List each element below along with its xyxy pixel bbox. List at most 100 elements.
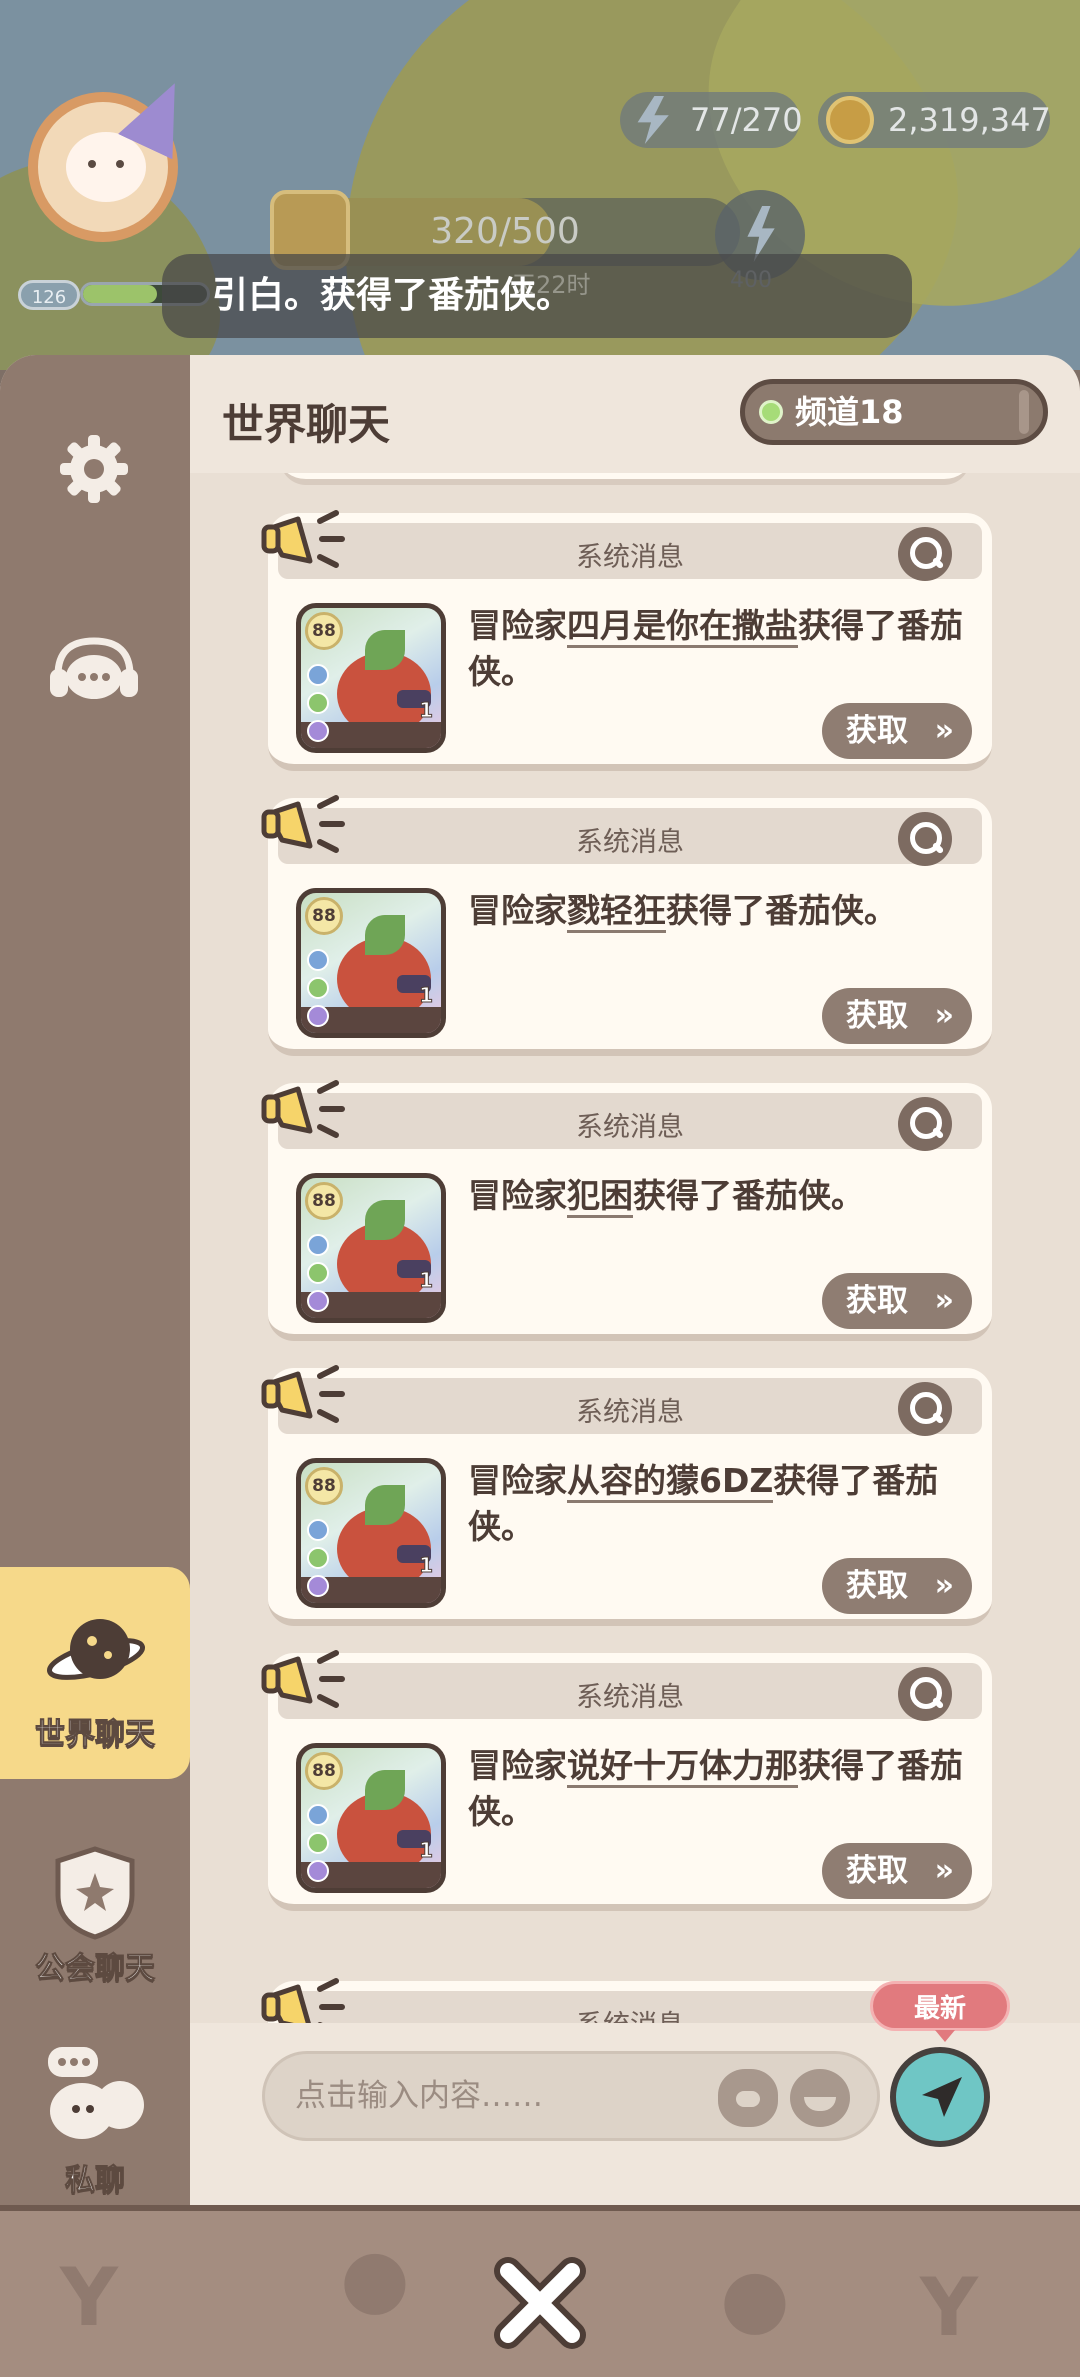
magnifier-icon[interactable]: [898, 527, 952, 581]
element-icon: [307, 1860, 329, 1882]
chat-input[interactable]: 点击输入内容……: [262, 2051, 880, 2141]
element-icon: [307, 1262, 329, 1284]
get-button-label: 获取: [846, 1283, 908, 1319]
element-icon: [307, 1804, 329, 1826]
system-message-label: 系统消息: [576, 1112, 684, 1143]
megaphone-icon: [261, 1365, 345, 1423]
get-button[interactable]: 获取 »: [822, 1273, 972, 1329]
get-button[interactable]: 获取 »: [822, 703, 972, 759]
double-chevron-icon: »: [934, 713, 954, 748]
energy-value: 77/270: [690, 101, 803, 139]
message-prefix: 冒险家: [468, 1176, 567, 1215]
gear-icon[interactable]: [58, 433, 130, 505]
online-status-icon: [759, 400, 783, 424]
item-count: 1: [419, 1553, 434, 1578]
gold-value: 2,319,347: [888, 101, 1051, 139]
get-button[interactable]: 获取 »: [822, 988, 972, 1044]
double-chevron-icon: »: [934, 998, 954, 1033]
element-icon: [307, 720, 329, 742]
announcement-marquee: 天22时 引白。获得了番茄侠。: [162, 254, 912, 338]
tab-world-chat[interactable]: 世界聊天: [0, 1567, 208, 1779]
system-message-label: 系统消息: [576, 827, 684, 858]
paw-print-decoration: Y: [920, 2261, 978, 2354]
message-prefix: 冒险家: [468, 1746, 567, 1785]
message-card: 系统消息 88 1 冒险家四月是你在撒盐获得了番茄侠。 获取 »: [261, 510, 992, 773]
item-rank-badge: 88: [305, 1182, 343, 1220]
message-prefix: 冒险家: [468, 606, 567, 645]
gold-counter[interactable]: 2,319,347: [818, 92, 1051, 148]
smiley-emoji-icon[interactable]: [790, 2069, 850, 2127]
element-icon: [307, 664, 329, 686]
message-card: 系统消息 88 1 冒险家犯困获得了番茄侠。获取 »: [261, 1080, 992, 1343]
tab-guild-chat[interactable]: 公会聊天: [0, 1835, 190, 1995]
item-rank-badge: 88: [305, 1752, 343, 1790]
energy-counter[interactable]: 77/270: [620, 92, 803, 148]
element-icon: [307, 1519, 329, 1541]
chat-panel: 世界聊天 公会聊天 私聊 世界聊天 频道18 系统消息 88 1 冒险家四月是你…: [0, 355, 1080, 2205]
element-icon: [307, 1005, 329, 1027]
double-chevron-icon: »: [934, 1283, 954, 1318]
newest-messages-badge[interactable]: 最新: [870, 1981, 1010, 2042]
game-background: 126 77/270 2,319,347 320/500 400 天22时 引白…: [0, 0, 1080, 370]
paw-print-decoration: ●: [720, 2251, 790, 2344]
player-name-link[interactable]: 四月是你在撒盐: [567, 606, 798, 648]
paw-print-decoration: Y: [60, 2251, 118, 2344]
bottom-bar: Y ● ● Y: [0, 2205, 1080, 2377]
close-icon[interactable]: [490, 2253, 590, 2353]
megaphone-icon: [261, 1978, 345, 2023]
pig-emoji-icon[interactable]: [718, 2069, 778, 2127]
message-text: 冒险家说好十万体力那获得了番茄侠。: [468, 1743, 968, 1835]
energy-bolt-icon: [637, 96, 669, 144]
item-thumbnail[interactable]: 88 1: [296, 603, 446, 753]
player-name-link[interactable]: 从容的獴6DZ: [567, 1461, 774, 1503]
message-text: 冒险家犯困获得了番茄侠。: [468, 1173, 968, 1219]
magnifier-icon[interactable]: [898, 1667, 952, 1721]
message-list[interactable]: 系统消息 88 1 冒险家四月是你在撒盐获得了番茄侠。 获取» 系统消息 88 1 冒险家戮轻狂…: [190, 473, 1080, 2023]
item-thumbnail[interactable]: 88 1: [296, 1743, 446, 1893]
player-name-link[interactable]: 犯困: [567, 1176, 633, 1218]
message-text: 冒险家戮轻狂获得了番茄侠。: [468, 888, 968, 934]
item-count: 1: [419, 1268, 434, 1293]
double-chevron-icon: »: [934, 1568, 954, 1603]
avatar-face: [66, 132, 146, 202]
system-message-label: 系统消息: [576, 1397, 684, 1428]
magnifier-icon[interactable]: [898, 812, 952, 866]
message-prefix: 冒险家: [468, 1461, 567, 1500]
message-card: 系统消息 88 1 冒险家从容的獴6DZ获得了番茄侠。 获取 »: [261, 1365, 992, 1628]
item-count: 1: [419, 698, 434, 723]
channel-selector[interactable]: 频道18: [740, 379, 1048, 445]
item-thumbnail[interactable]: 88 1: [296, 888, 446, 1038]
element-icon: [307, 1547, 329, 1569]
megaphone-icon: [261, 1650, 345, 1708]
system-message-label: 系统消息: [576, 542, 684, 573]
system-message-label: 系统消息: [576, 1682, 684, 1713]
item-count: 1: [419, 983, 434, 1008]
send-button[interactable]: [890, 2047, 990, 2147]
item-thumbnail[interactable]: 88 1: [296, 1173, 446, 1323]
message-prefix: 冒险家: [468, 891, 567, 930]
message-suffix: 获得了番茄侠。: [633, 1176, 864, 1215]
tab-world-chat-label: 世界聊天: [35, 1717, 156, 1753]
tab-private-chat[interactable]: 私聊: [0, 2043, 190, 2203]
magnifier-icon[interactable]: [898, 1382, 952, 1436]
element-icon: [307, 1575, 329, 1597]
element-icon: [307, 692, 329, 714]
channel-handle: [1019, 390, 1029, 434]
item-thumbnail[interactable]: 88 1: [296, 1458, 446, 1608]
get-button-label: 获取: [846, 1568, 908, 1604]
previous-message-edge: [280, 473, 970, 485]
player-name-link[interactable]: 说好十万体力那: [567, 1746, 798, 1788]
player-name-link[interactable]: 戮轻狂: [567, 891, 666, 933]
element-icon: [307, 977, 329, 999]
magnifier-icon[interactable]: [898, 1097, 952, 1151]
get-button[interactable]: 获取 »: [822, 1558, 972, 1614]
private-chat-icon: [48, 2047, 144, 2139]
tab-guild-chat-label: 公会聊天: [35, 1951, 156, 1987]
headset-chat-icon[interactable]: [46, 635, 142, 711]
get-button[interactable]: 获取 »: [822, 1843, 972, 1899]
double-chevron-icon: »: [934, 1853, 954, 1888]
player-level-badge: 126: [18, 280, 80, 310]
paw-print-decoration: ●: [340, 2231, 410, 2324]
get-button-label: 获取: [846, 998, 908, 1034]
message-suffix: 获得了番茄侠。: [666, 891, 897, 930]
